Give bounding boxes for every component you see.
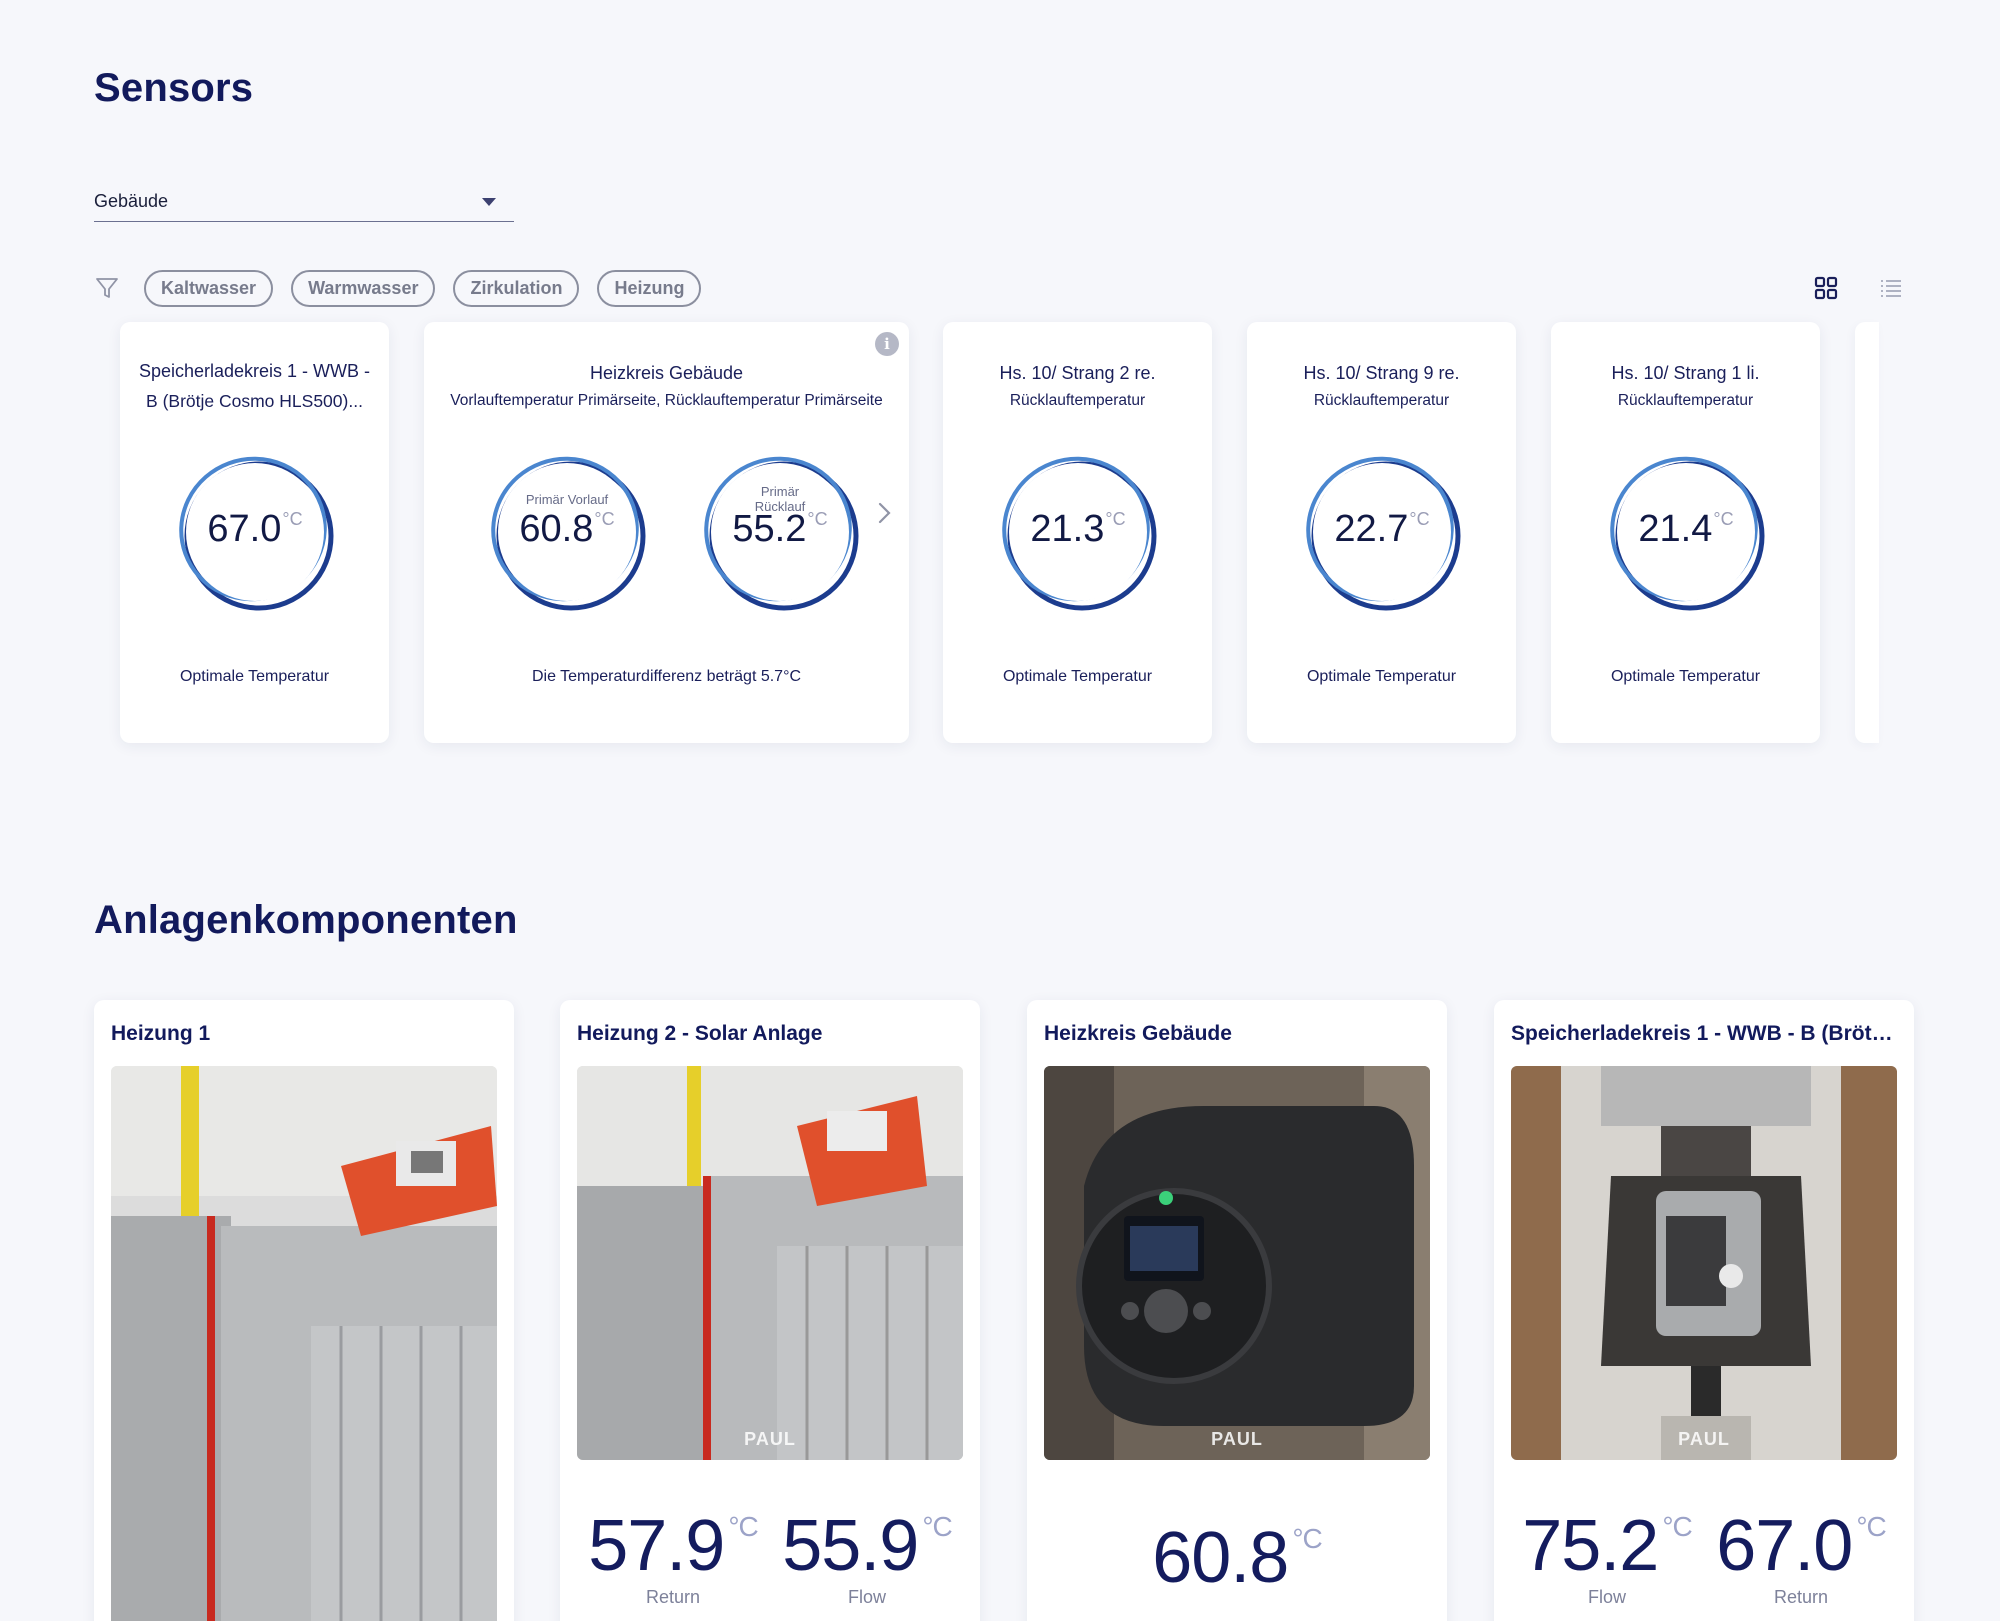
sensor-card[interactable]: Hs. 10/ Strang 9 re. Rücklauftemperatur …: [1247, 322, 1516, 743]
sensor-status: Optimale Temperatur: [1306, 668, 1457, 685]
temperature-gauge: Primär Rücklauf 55.2°C: [698, 450, 862, 614]
component-title: Heizung 1: [111, 1022, 211, 1045]
filter-chip-kaltwasser[interactable]: Kaltwasser: [144, 269, 274, 307]
temperature-gauge: 21.4°C: [1604, 450, 1768, 614]
sensor-card[interactable]: Speicherladekreis 1 - WWB - B (Brötje Co…: [120, 322, 389, 743]
filter-row: Kaltwasser Warmwasser Zirkulation Heizun…: [94, 268, 719, 308]
sensor-status: Die Temperaturdifferenz beträgt 5.7°C: [531, 668, 802, 685]
sensor-card-title-line2: B (Brötje Cosmo HLS500)...: [146, 391, 363, 411]
sensors-title: Sensors: [94, 66, 254, 110]
sensor-card[interactable]: i Heizkreis Gebäude Vorlauftemperatur Pr…: [424, 322, 909, 743]
building-dropdown[interactable]: Gebäude: [94, 182, 514, 222]
component-title: Heizkreis Gebäude: [1044, 1022, 1232, 1045]
gauge-value: 67.0°C: [207, 508, 303, 550]
component-photo: [111, 1066, 497, 1621]
info-icon[interactable]: i: [875, 332, 899, 356]
component-title: Heizung 2 - Solar Anlage: [577, 1022, 823, 1045]
temperature-gauge: Primär Vorlauf 60.8°C: [485, 450, 649, 614]
sensor-card-title: Hs. 10/ Strang 2 re.: [999, 363, 1156, 383]
sensor-card-subtitle: Vorlauftemperatur Primärseite, Rücklauft…: [450, 392, 883, 409]
gauge-value: 21.3°C: [1030, 508, 1126, 550]
component-card[interactable]: Heizkreis Gebäude PAUL 60.8 °C: [1027, 1000, 1447, 1621]
photo-watermark: PAUL: [1211, 1429, 1263, 1449]
sensor-card-subtitle: Rücklauftemperatur: [1313, 392, 1450, 409]
filter-chip-zirkulation[interactable]: Zirkulation: [453, 269, 580, 307]
temperature-gauge: 22.7°C: [1300, 450, 1464, 614]
component-card[interactable]: Speicherladekreis 1 - WWB - B (Brötje Co…: [1494, 1000, 1914, 1621]
component-title: Speicherladekreis 1 - WWB - B (Brötje Co…: [1511, 1022, 1897, 1045]
chevron-down-icon: [482, 197, 496, 206]
components-title: Anlagenkomponenten: [94, 898, 518, 942]
gauge-label: Primär Vorlauf: [525, 492, 609, 507]
dropdown-value: Gebäude: [94, 191, 169, 211]
reading-return: 67.0 °C Return: [1716, 1506, 1887, 1607]
chevron-right-icon[interactable]: [873, 498, 895, 528]
sensor-card-partial[interactable]: [1855, 322, 1879, 743]
sensor-card-title: Hs. 10/ Strang 1 li.: [1611, 363, 1760, 383]
photo-watermark: PAUL: [1678, 1429, 1730, 1449]
gauge-value: 21.4°C: [1638, 508, 1734, 550]
filter-chip-heizung[interactable]: Heizung: [597, 269, 702, 307]
reading-flow: 55.9 °C Flow: [782, 1506, 953, 1607]
component-photo: PAUL: [1044, 1066, 1430, 1460]
list-view-icon[interactable]: [1877, 274, 1905, 302]
reading-flow: 75.2 °C Flow: [1522, 1506, 1693, 1607]
sensor-card-subtitle: Rücklauftemperatur: [1617, 392, 1754, 409]
sensor-card-title: Hs. 10/ Strang 9 re.: [1303, 363, 1460, 383]
filter-chip-warmwasser[interactable]: Warmwasser: [291, 269, 436, 307]
temperature-gauge: 67.0°C: [173, 450, 337, 614]
sensor-card[interactable]: Hs. 10/ Strang 2 re. Rücklauftemperatur …: [943, 322, 1212, 743]
component-card[interactable]: Heizung 2 - Solar Anlage PAUL 57.9 °C Ret…: [560, 1000, 980, 1621]
gauge-value: 22.7°C: [1334, 508, 1430, 550]
reading-return: 57.9 °C Return: [588, 1506, 759, 1607]
sensor-status: Optimale Temperatur: [1610, 668, 1761, 685]
photo-watermark: PAUL: [744, 1429, 796, 1449]
sensor-status: Optimale Temperatur: [179, 668, 330, 685]
reading-value: 60.8 °C: [1152, 1518, 1323, 1598]
grid-view-icon[interactable]: [1812, 274, 1840, 302]
sensor-status: Optimale Temperatur: [1002, 668, 1153, 685]
gauge-value: 60.8°C: [519, 508, 615, 550]
sensor-card-subtitle: Rücklauftemperatur: [1009, 392, 1146, 409]
temperature-gauge: 21.3°C: [996, 450, 1160, 614]
sensor-card[interactable]: Hs. 10/ Strang 1 li. Rücklauftemperatur …: [1551, 322, 1820, 743]
sensor-card-title: Speicherladekreis 1 - WWB -: [138, 361, 371, 381]
component-photo: PAUL: [577, 1066, 963, 1460]
sensor-card-title: Heizkreis Gebäude: [589, 363, 744, 383]
gauge-value: 55.2°C: [732, 508, 828, 550]
component-card[interactable]: Heizung 1: [94, 1000, 514, 1621]
component-photo: PAUL: [1511, 1066, 1897, 1460]
filter-icon[interactable]: [94, 275, 120, 301]
